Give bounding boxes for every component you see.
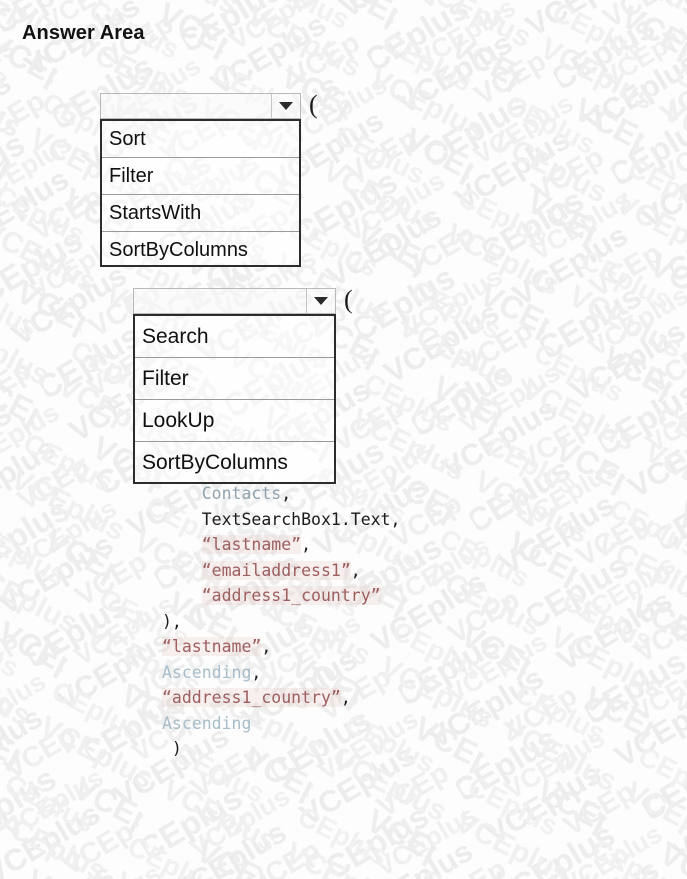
formula-code-block: Contacts, TextSearchBox1.Text, “lastname…: [162, 481, 400, 762]
code-line: Ascending,: [162, 660, 400, 686]
code-line: ): [162, 736, 400, 762]
code-line: “lastname”,: [162, 532, 400, 558]
code-token-ident: Contacts: [201, 484, 282, 503]
code-line: “lastname”,: [162, 634, 400, 660]
code-token-plain: TextSearchBox1.Text,: [201, 509, 401, 529]
code-line: TextSearchBox1.Text,: [162, 507, 401, 533]
list-item[interactable]: Search: [135, 316, 334, 358]
code-token-punct: ,: [340, 688, 351, 707]
code-token-plain: ): [162, 739, 182, 758]
code-token-string: “emailaddress1”: [201, 560, 351, 580]
second-open-paren: (: [344, 285, 353, 314]
page-title: Answer Area: [22, 22, 145, 44]
code-token-punct: ,: [301, 535, 312, 554]
chevron-down-icon[interactable]: [306, 289, 335, 313]
answer-area-page: Answer Area ( Sort Filter StartsWith Sor…: [0, 0, 687, 879]
first-open-paren: (: [309, 90, 318, 119]
code-token-punct: ,: [261, 637, 272, 656]
code-token-plain: ),: [162, 611, 182, 631]
list-item[interactable]: SortByColumns: [135, 442, 334, 484]
first-function-dropdown-options[interactable]: Sort Filter StartsWith SortByColumns: [100, 119, 301, 267]
code-token-punct: ,: [281, 484, 292, 503]
code-line: Ascending: [162, 711, 400, 737]
code-token-string: “address1_country”: [201, 586, 381, 605]
list-item[interactable]: LookUp: [135, 400, 334, 442]
code-token-string: “lastname”: [201, 535, 302, 554]
code-line: “address1_country”: [162, 583, 400, 609]
code-token-punct: ,: [251, 662, 262, 682]
code-line: ),: [162, 609, 400, 635]
list-item[interactable]: StartsWith: [102, 195, 299, 232]
first-function-dropdown-control[interactable]: [100, 93, 301, 119]
code-token-enum: Ascending: [162, 713, 252, 733]
code-token-enum: Ascending: [162, 662, 252, 682]
code-token-string: “address1_country”: [162, 688, 341, 707]
code-line: Contacts,: [162, 481, 400, 507]
list-item[interactable]: Sort: [102, 121, 299, 158]
second-function-dropdown-control[interactable]: [133, 288, 336, 314]
code-line: “address1_country”,: [162, 685, 400, 711]
list-item[interactable]: Filter: [102, 158, 299, 195]
code-line: “emailaddress1”,: [162, 558, 400, 584]
second-function-dropdown-options[interactable]: Search Filter LookUp SortByColumns: [133, 314, 336, 484]
code-token-string: “lastname”: [162, 637, 262, 656]
code-token-punct: ,: [350, 560, 361, 580]
second-function-dropdown[interactable]: [133, 288, 336, 314]
list-item[interactable]: Filter: [135, 358, 334, 400]
list-item[interactable]: SortByColumns: [102, 232, 299, 269]
chevron-down-icon[interactable]: [271, 94, 300, 118]
first-function-dropdown[interactable]: [100, 93, 301, 119]
